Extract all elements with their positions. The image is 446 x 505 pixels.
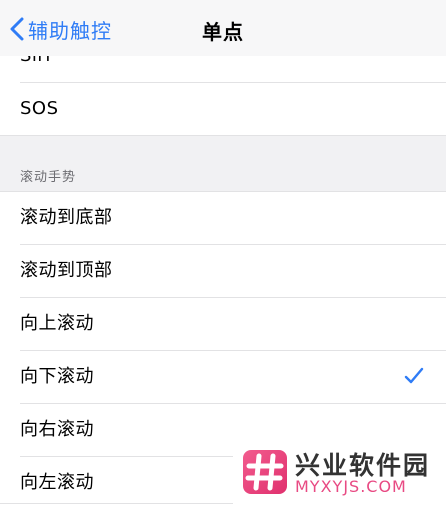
list-item-label: 向右滚动: [20, 419, 94, 440]
list-item-label: 滚动到底部: [20, 207, 113, 228]
list-item-label: 向下滚动: [20, 366, 94, 387]
list-item-scroll-down[interactable]: 向下滚动: [0, 351, 446, 403]
list-item-siri[interactable]: Siri: [0, 56, 446, 82]
list-item-label: 向上滚动: [20, 313, 94, 334]
list-item-scroll-to-bottom[interactable]: 滚动到底部: [0, 192, 446, 244]
list-item-scroll-to-top[interactable]: 滚动到顶部: [0, 245, 446, 297]
watermark-url: MYXYJS.COM: [295, 477, 407, 496]
list-item-scroll-up[interactable]: 向上滚动: [0, 298, 446, 350]
list-item-sos[interactable]: SOS: [0, 83, 446, 135]
list-item-label: 滚动到顶部: [20, 260, 113, 281]
list-item-label: Siri: [20, 56, 51, 82]
page-title: 单点: [202, 20, 244, 44]
list-item-label: 向左滚动: [20, 472, 94, 493]
navigation-bar: 辅助触控 单点: [0, 0, 446, 56]
watermark: 兴业软件园 MYXYJS.COM: [233, 440, 446, 505]
settings-list: Siri SOS 滚动手势 滚动到底部 滚动到顶部 向上滚动 向下滚动 向右滚动…: [0, 56, 446, 505]
checkmark-icon: [404, 367, 424, 384]
hash-logo-icon: [243, 450, 287, 494]
section-header: 滚动手势: [20, 170, 77, 185]
list-item-label: SOS: [20, 98, 59, 119]
